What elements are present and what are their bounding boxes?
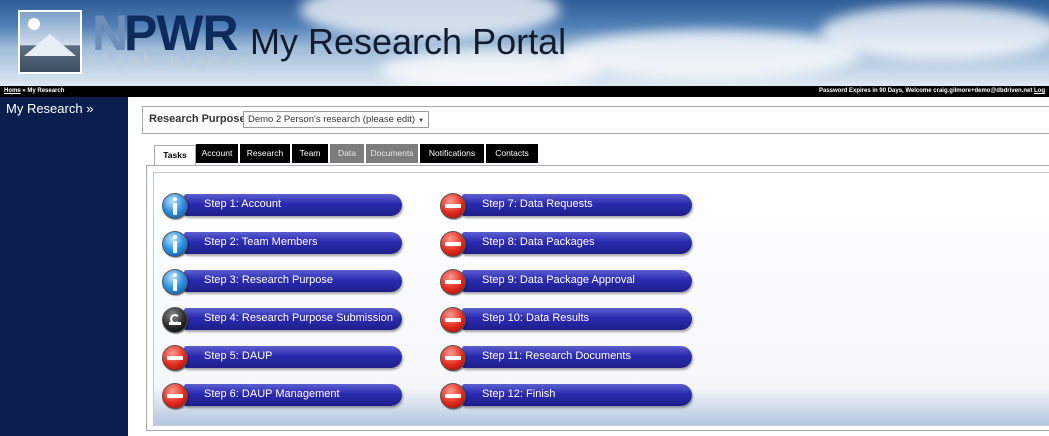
stop-icon xyxy=(440,383,466,409)
tasks-panel-inner: Step 1: Account Step 2: Team Members Ste… xyxy=(153,172,1049,426)
logout-link[interactable]: Log xyxy=(1034,88,1045,94)
step-label: Step 10: Data Results xyxy=(482,312,590,324)
info-icon xyxy=(162,193,188,219)
breadcrumb-separator: » xyxy=(22,88,26,94)
tab-notifications[interactable]: Notifications xyxy=(420,144,484,163)
tab-team[interactable]: Team xyxy=(292,144,328,163)
stop-icon xyxy=(440,345,466,371)
logo-mountain-icon[interactable] xyxy=(18,10,82,74)
step-label: Step 4: Research Purpose Submission xyxy=(204,312,393,324)
stop-icon xyxy=(162,345,188,371)
tab-data[interactable]: Data xyxy=(330,144,364,163)
top-strip: Home » My Research Password Expires in 9… xyxy=(0,86,1049,97)
stop-icon xyxy=(440,307,466,333)
research-purpose-selected: Demo 2 Person's research (please edit) xyxy=(248,114,416,125)
step-label: Step 6: DAUP Management xyxy=(204,388,340,400)
logo-tagline: Climb Higher xyxy=(88,52,252,71)
step-label: Step 9: Data Package Approval xyxy=(482,274,635,286)
info-icon xyxy=(162,231,188,257)
step-label: Step 12: Finish xyxy=(482,388,556,400)
submit-icon xyxy=(162,307,188,333)
step-label: Step 3: Research Purpose xyxy=(204,274,334,286)
banner-cloud xyxy=(820,5,1049,60)
stop-icon xyxy=(162,383,188,409)
logo-initial: N xyxy=(92,5,128,61)
logo-word: PWR xyxy=(124,5,239,61)
step-label: Step 5: DAUP xyxy=(204,350,273,362)
step-label: Step 2: Team Members xyxy=(204,236,318,248)
step-label: Step 8: Data Packages xyxy=(482,236,595,248)
research-purpose-label: Research Purpose: xyxy=(149,113,250,125)
research-purpose-select[interactable]: Demo 2 Person's research (please edit) ▼ xyxy=(243,111,430,128)
portal-title: My Research Portal xyxy=(250,21,567,62)
header-banner: N PWR Climb Higher My Research Portal xyxy=(0,0,1049,86)
stop-icon xyxy=(440,269,466,295)
account-strip: Password Expires in 90 Days, Welcome cra… xyxy=(819,86,1045,97)
stop-icon xyxy=(440,231,466,257)
breadcrumb-current: My Research xyxy=(27,88,65,94)
step-label: Step 11: Research Documents xyxy=(482,350,631,362)
step-label: Step 1: Account xyxy=(204,198,282,210)
banner-cloud xyxy=(560,30,860,80)
tab-research[interactable]: Research xyxy=(240,144,290,163)
breadcrumb: Home » My Research xyxy=(4,86,64,97)
tab-tasks[interactable]: Tasks xyxy=(154,145,196,165)
breadcrumb-home-link[interactable]: Home xyxy=(4,88,21,94)
tab-contacts[interactable]: Contacts xyxy=(486,144,538,163)
main-content: Research Purpose: Demo 2 Person's resear… xyxy=(128,97,1049,436)
logo-sun xyxy=(28,18,40,30)
chevron-down-icon: ▼ xyxy=(418,118,425,124)
tab-account[interactable]: Account xyxy=(196,144,238,163)
tasks-panel: Step 1: Account Step 2: Team Members Ste… xyxy=(146,165,1049,431)
step-label: Step 7: Data Requests xyxy=(482,198,593,210)
sidebar: My Research » xyxy=(0,97,128,436)
welcome-message: Password Expires in 90 Days, Welcome cra… xyxy=(819,88,1033,94)
tab-documents[interactable]: Documents xyxy=(366,144,418,163)
research-purpose-bar: Research Purpose: Demo 2 Person's resear… xyxy=(142,106,1049,134)
stop-icon xyxy=(440,193,466,219)
logo-mountain xyxy=(24,34,76,56)
sidebar-item-my-research[interactable]: My Research » xyxy=(6,101,93,116)
info-icon xyxy=(162,269,188,295)
